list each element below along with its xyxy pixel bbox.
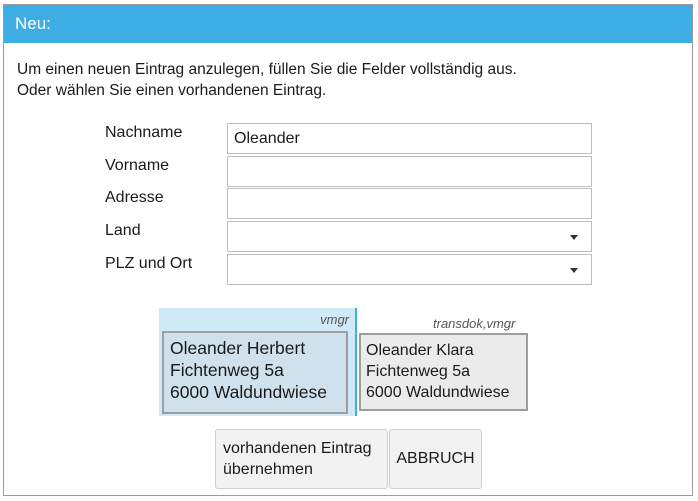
entry-source-tag: vmgr xyxy=(320,312,349,327)
take-button-label-line-2: übernehmen xyxy=(223,461,313,478)
nachname-label: Nachname xyxy=(105,124,183,141)
dialog-instructions: Um einen neuen Eintrag anzulegen, füllen… xyxy=(17,59,517,101)
existing-entry-2[interactable]: Oleander Klara Fichtenweg 5a 6000 Waldun… xyxy=(359,333,528,411)
existing-entry-1[interactable]: vmgr Oleander Herbert Fichtenweg 5a 6000… xyxy=(159,308,357,416)
vorname-label: Vorname xyxy=(105,157,170,174)
entry-name: Oleander Herbert xyxy=(170,338,306,358)
plz-ort-label: PLZ und Ort xyxy=(105,255,193,272)
take-button-label-line-1: vorhandenen Eintrag xyxy=(223,440,372,457)
plz-ort-select[interactable] xyxy=(227,254,592,285)
instruction-line-1: Um einen neuen Eintrag anzulegen, füllen… xyxy=(17,61,517,78)
instruction-line-2: Oder wählen Sie einen vorhandenen Eintra… xyxy=(17,82,327,99)
cancel-button[interactable]: ABBRUCH xyxy=(389,429,482,489)
take-existing-entry-button[interactable]: vorhandenen Eintrag übernehmen xyxy=(215,429,388,489)
nachname-value: Oleander xyxy=(234,130,300,147)
land-select[interactable] xyxy=(227,221,592,252)
nachname-field[interactable]: Oleander xyxy=(227,123,592,154)
entry-source-tag: transdok,vmgr xyxy=(433,316,516,331)
entry-city: 6000 Waldundwiese xyxy=(170,382,327,402)
adresse-label: Adresse xyxy=(105,189,164,206)
land-label: Land xyxy=(105,222,141,239)
entry-card[interactable]: Oleander Herbert Fichtenweg 5a 6000 Wald… xyxy=(162,331,348,414)
new-entry-dialog: Neu: Um einen neuen Eintrag anzulegen, f… xyxy=(3,4,693,496)
dialog-titlebar: Neu: xyxy=(4,5,692,43)
entry-street: Fichtenweg 5a xyxy=(170,360,284,380)
dialog-title: Neu: xyxy=(15,14,51,33)
entry-street: Fichtenweg 5a xyxy=(366,363,471,380)
entry-name: Oleander Klara xyxy=(366,342,474,359)
chevron-down-icon[interactable] xyxy=(570,235,578,240)
vorname-field[interactable] xyxy=(227,156,592,187)
adresse-field[interactable] xyxy=(227,188,592,219)
chevron-down-icon[interactable] xyxy=(570,268,578,273)
entry-city: 6000 Waldundwiese xyxy=(366,384,510,401)
